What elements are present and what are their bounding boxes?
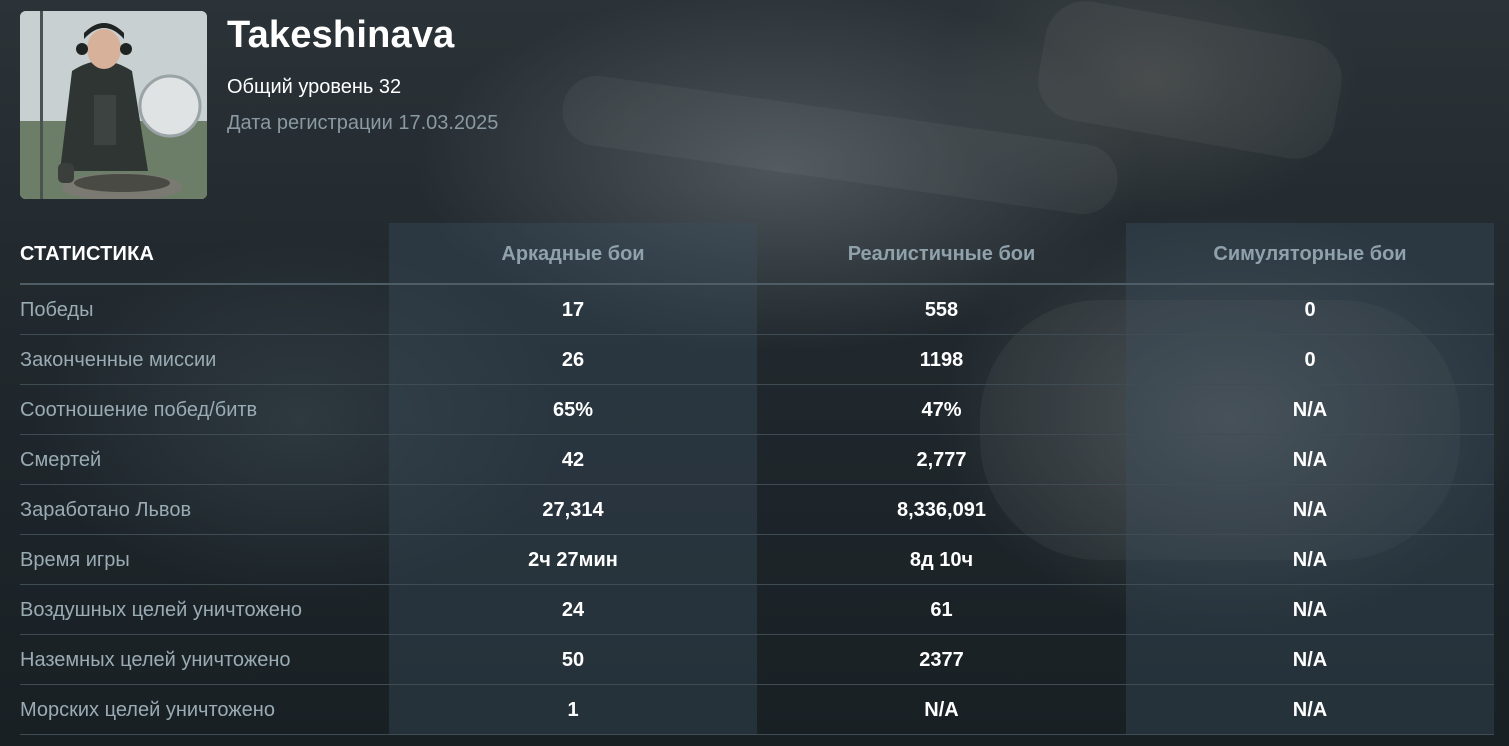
stat-value-arcade: 1 [567,698,579,721]
stat-value-simulator: N/A [1292,648,1328,671]
stat-value-simulator: 0 [1304,348,1316,371]
stat-value-arcade: 42 [561,448,585,471]
stat-value-realistic: 8,336,091 [897,498,986,521]
stat-row-ground-targets-destroyed: Наземных целей уничтожено 50 2377 N/A [20,635,1494,685]
registration-date: Дата регистрации 17.03.2025 [227,112,499,134]
stat-row-lions-earned: Заработано Львов 27,314 8,336,091 N/A [20,485,1494,535]
stat-row-win-ratio: Соотношение побед/битв 65% 47% N/A [20,385,1494,435]
stat-value-simulator: N/A [1292,498,1328,521]
stat-value-realistic: N/A [924,698,959,721]
stat-label: Законченные миссии [20,348,217,371]
stat-label: Время игры [20,548,130,571]
column-header-arcade: Аркадные бои [501,242,645,265]
stat-row-play-time: Время игры 2ч 27мин 8д 10ч N/A [20,535,1494,585]
stat-value-realistic: 47% [921,398,962,421]
player-avatar [20,11,207,199]
statistics-title: СТАТИСТИКА [20,242,155,265]
stat-value-arcade: 24 [561,598,585,621]
stat-row-air-targets-destroyed: Воздушных целей уничтожено 24 61 N/A [20,585,1494,635]
stat-value-simulator: N/A [1292,548,1328,571]
stat-label: Морских целей уничтожено [20,698,275,721]
stat-value-simulator: N/A [1292,698,1328,721]
stat-label: Воздушных целей уничтожено [20,598,303,621]
stat-value-realistic: 558 [924,298,959,321]
stat-value-realistic: 61 [930,598,953,621]
stat-value-realistic: 8д 10ч [909,548,974,571]
stat-label: Заработано Львов [20,498,192,521]
stat-label: Наземных целей уничтожено [20,648,291,671]
stat-value-realistic: 1198 [919,348,964,371]
column-header-realistic: Реалистичные бои [847,242,1036,265]
stat-row-missions-completed: Законченные миссии 26 1198 0 [20,335,1494,385]
stat-value-realistic: 2377 [919,648,964,671]
stat-value-simulator: N/A [1292,598,1328,621]
stat-value-simulator: N/A [1292,448,1328,471]
statistics-header-row: СТАТИСТИКА Аркадные бои Реалистичные бои… [20,223,1494,285]
stat-value-realistic: 2,777 [916,448,967,471]
tank-commander-portrait-icon [20,11,207,199]
player-name: Takeshinava [227,14,455,56]
stat-label: Победы [20,298,94,321]
stat-value-arcade: 26 [561,348,585,371]
stat-value-arcade: 17 [561,298,585,321]
stat-row-victories: Победы 17 558 0 [20,285,1494,335]
stat-label: Смертей [20,448,102,471]
player-level: Общий уровень 32 [227,76,402,98]
stat-label: Соотношение побед/битв [20,398,258,421]
statistics-table: СТАТИСТИКА Аркадные бои Реалистичные бои… [20,223,1494,735]
stat-value-simulator: 0 [1304,298,1316,321]
stat-value-arcade: 65% [552,398,594,421]
stat-value-arcade: 50 [561,648,585,671]
column-header-simulator: Симуляторные бои [1213,242,1407,265]
stat-row-naval-targets-destroyed: Морских целей уничтожено 1 N/A N/A [20,685,1494,735]
stat-value-arcade: 2ч 27мин [528,548,618,571]
stat-value-simulator: N/A [1292,398,1328,421]
stat-value-arcade: 27,314 [542,498,604,521]
stat-row-deaths: Смертей 42 2,777 N/A [20,435,1494,485]
